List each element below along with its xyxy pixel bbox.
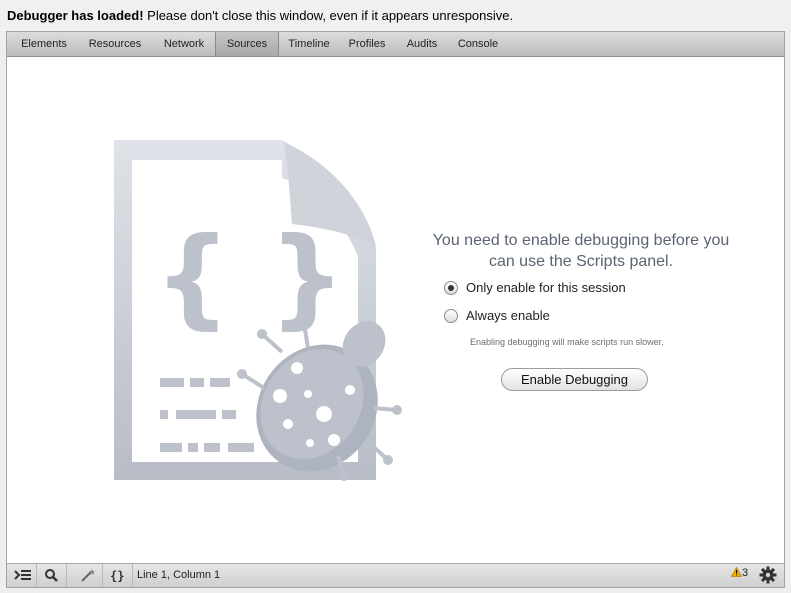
scripts-panel-illustration: { } xyxy=(114,140,402,481)
tab-audits[interactable]: Audits xyxy=(397,32,447,56)
banner-message: Please don't close this window, even if … xyxy=(143,8,514,23)
braces-icon: { } xyxy=(154,215,345,340)
status-bar: {} Line 1, Column 1 3 xyxy=(7,563,784,587)
tab-timeline[interactable]: Timeline xyxy=(281,32,337,56)
always-radio-label[interactable]: Always enable xyxy=(466,308,550,323)
warning-count-value: 3 xyxy=(742,567,749,579)
pretty-print-icon: {} xyxy=(110,569,124,583)
search-icon xyxy=(45,569,58,582)
wand-icon xyxy=(81,569,95,582)
wand-button[interactable] xyxy=(73,564,103,587)
tab-profiles[interactable]: Profiles xyxy=(339,32,395,56)
pretty-print-button[interactable]: {} xyxy=(103,564,133,587)
session-radio[interactable] xyxy=(444,281,458,295)
message-line-1: You need to enable debugging before you xyxy=(432,232,730,249)
panel-tabs: Elements Resources Network Sources Timel… xyxy=(7,32,784,57)
enable-debugging-button[interactable]: Enable Debugging xyxy=(501,368,648,391)
cursor-position: Line 1, Column 1 xyxy=(137,569,221,581)
code-lines xyxy=(160,378,254,452)
console-drawer-button[interactable] xyxy=(7,564,37,587)
debugger-banner: Debugger has loaded! Please don't close … xyxy=(0,0,791,31)
tab-elements[interactable]: Elements xyxy=(15,32,73,56)
gear-icon[interactable] xyxy=(759,566,777,584)
enable-debugging-message: You need to enable debugging before you … xyxy=(421,230,741,272)
banner-title: Debugger has loaded! xyxy=(7,8,144,23)
radio-selected-dot xyxy=(448,285,454,291)
search-button[interactable] xyxy=(37,564,67,587)
tab-resources[interactable]: Resources xyxy=(77,32,153,56)
slower-scripts-note: Enabling debugging will make scripts run… xyxy=(470,337,664,347)
svg-text:{}: {} xyxy=(110,569,124,583)
console-drawer-icon xyxy=(14,570,31,580)
warning-icon xyxy=(730,566,743,577)
tab-console[interactable]: Console xyxy=(449,32,507,56)
warning-count[interactable]: 3 xyxy=(730,566,749,579)
session-radio-label[interactable]: Only enable for this session xyxy=(466,280,626,295)
tab-network[interactable]: Network xyxy=(155,32,213,56)
message-line-2: can use the Scripts panel. xyxy=(488,253,674,270)
tab-sources[interactable]: Sources xyxy=(215,32,279,56)
devtools-window: Elements Resources Network Sources Timel… xyxy=(6,31,785,588)
always-radio[interactable] xyxy=(444,309,458,323)
